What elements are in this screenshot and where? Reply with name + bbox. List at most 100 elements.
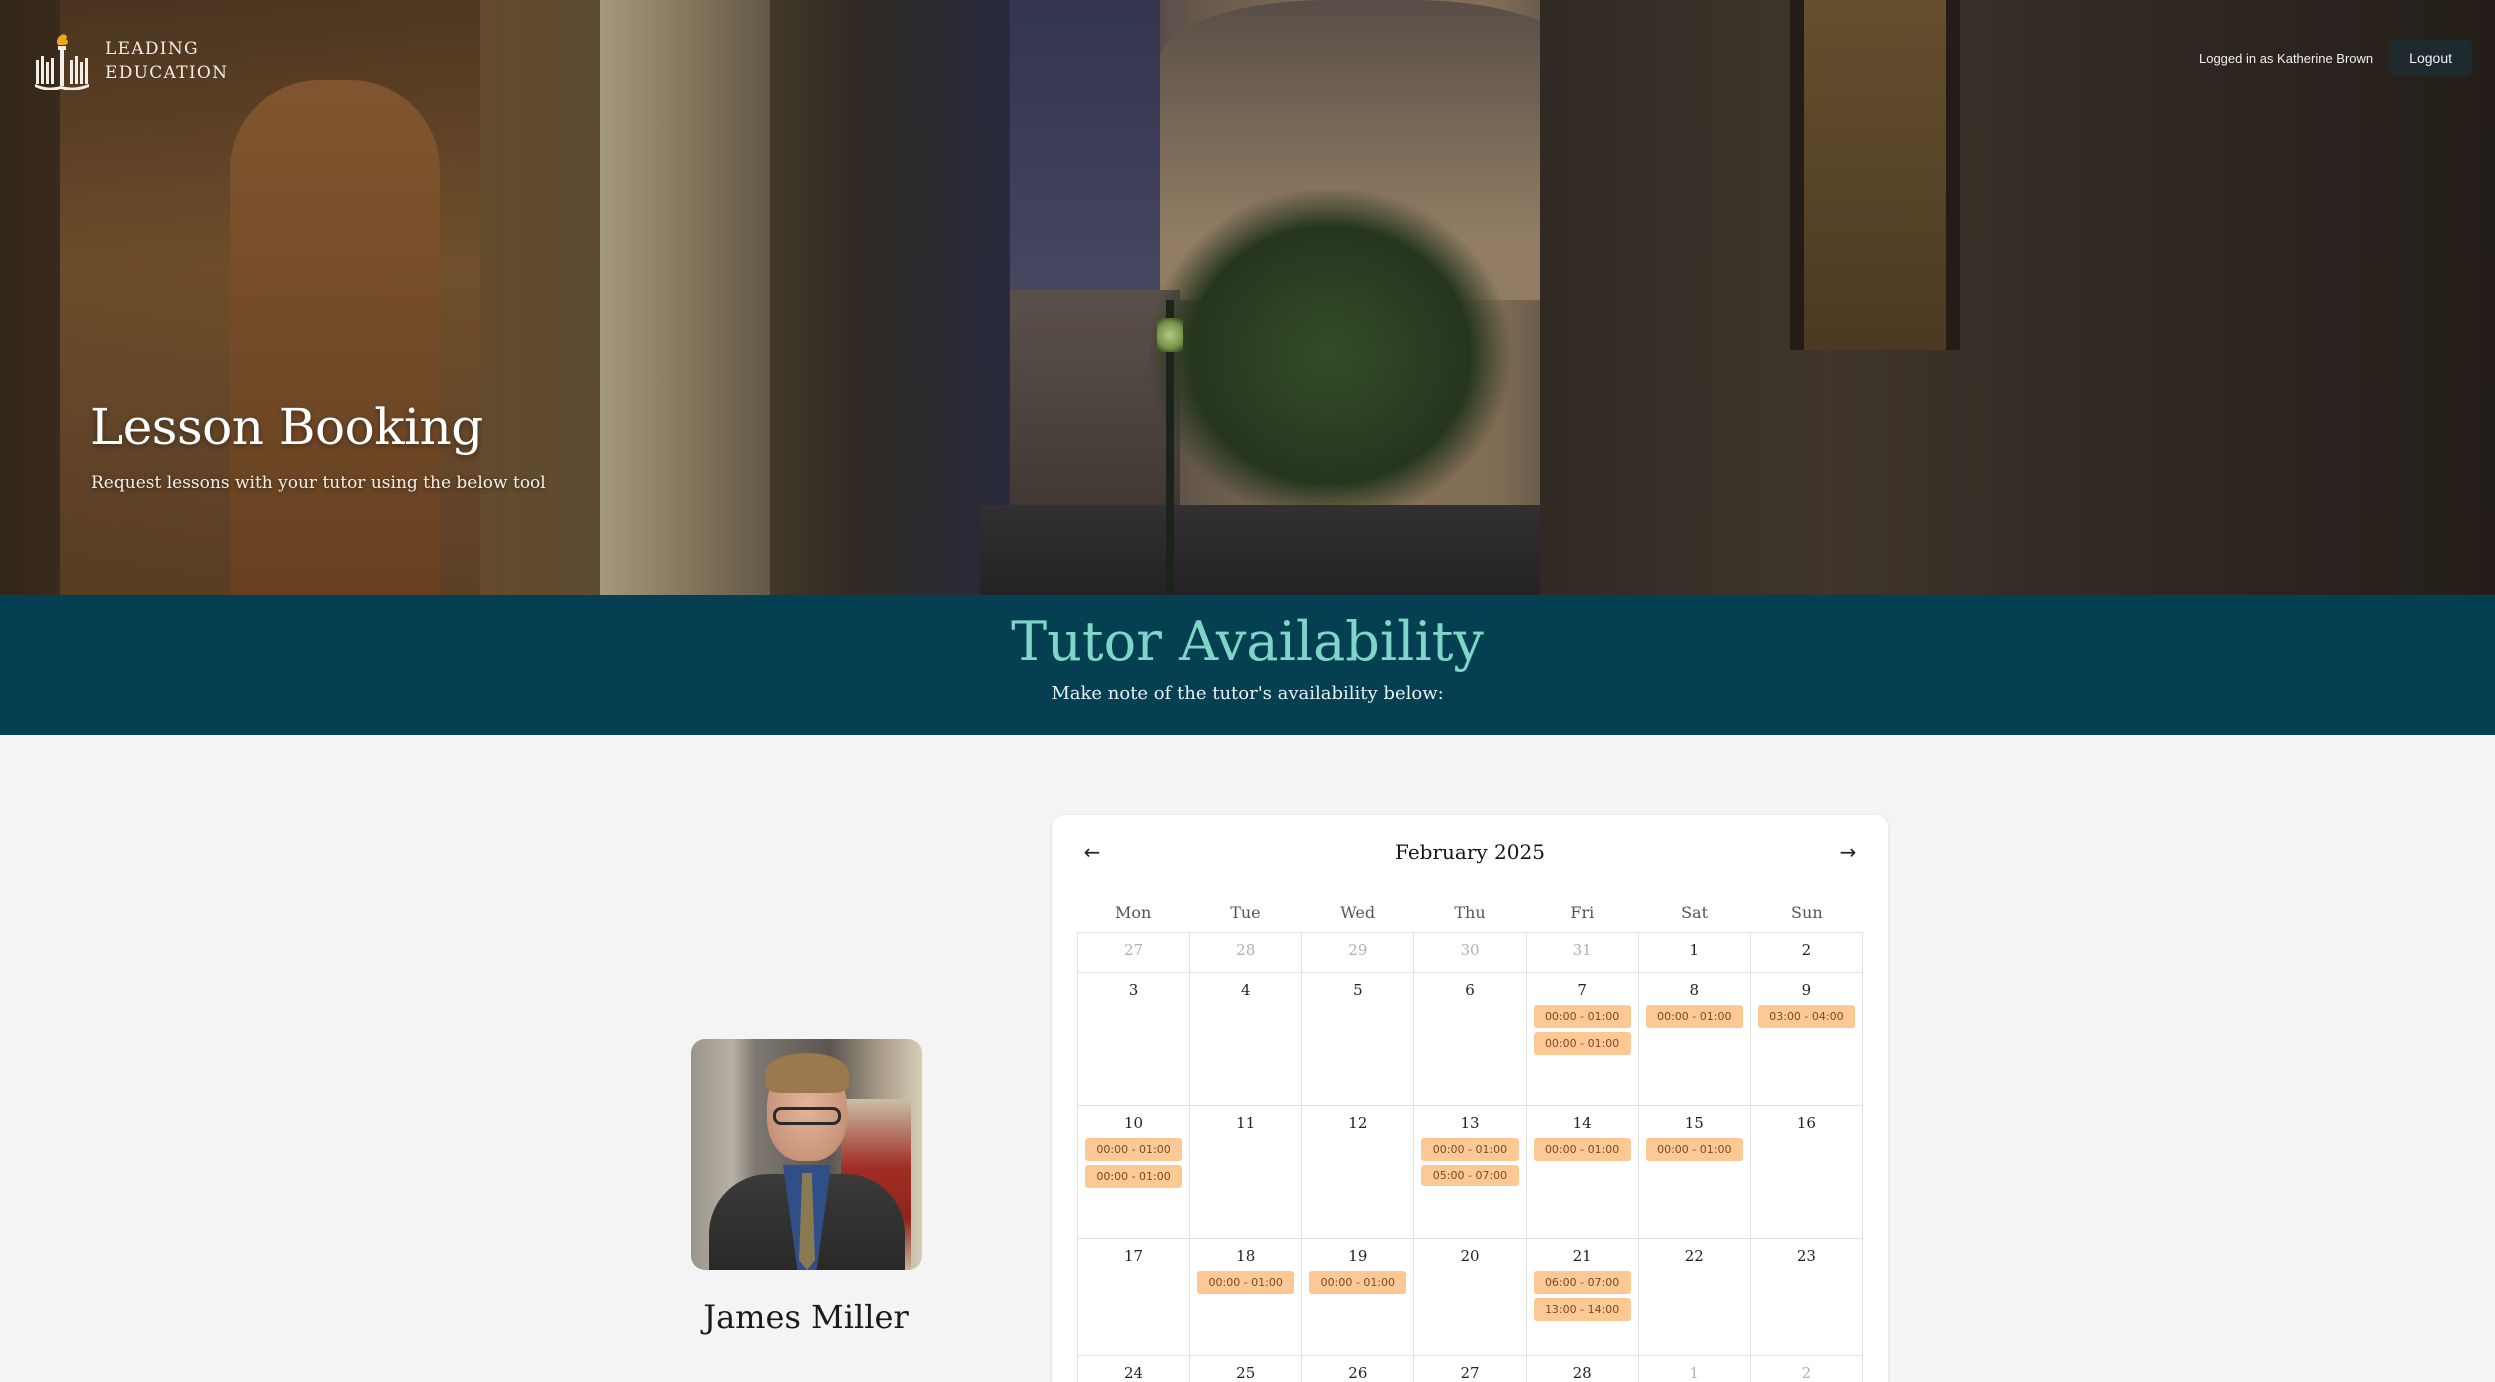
calendar-day-cell[interactable]: 13 00:00 - 01:00 05:00 - 07:00 (1414, 1106, 1527, 1239)
calendar-day-cell[interactable]: 11 (1190, 1106, 1303, 1239)
calendar-day-cell[interactable]: 17 (1078, 1239, 1191, 1356)
tutor-photo-hair (765, 1053, 849, 1093)
calendar-week-row: 10 00:00 - 01:00 00:00 - 01:00 11 12 13 00:00 … (1078, 1106, 1863, 1239)
calendar-day-cell[interactable]: 1 (1638, 933, 1751, 973)
calendar-day-cell-outside[interactable]: 30 (1414, 933, 1527, 973)
next-month-button[interactable]: → (1833, 837, 1863, 867)
availability-slot[interactable]: 00:00 - 01:00 (1085, 1165, 1183, 1188)
calendar-day-number: 21 (1572, 1247, 1592, 1265)
calendar-header: ← February 2025 → (1052, 837, 1888, 867)
availability-slot[interactable]: 06:00 - 07:00 (1533, 1271, 1631, 1294)
brand-logo[interactable]: LEADING EDUCATION (33, 32, 228, 90)
calendar-day-cell-outside[interactable]: 28 (1190, 933, 1303, 973)
calendar-day-number: 7 (1577, 981, 1587, 999)
availability-slot[interactable]: 05:00 - 07:00 (1421, 1165, 1519, 1186)
calendar-day-number: 3 (1128, 981, 1139, 999)
hero-banner: LEADING EDUCATION Logged in as Katherine… (0, 0, 2495, 595)
weekday-label-fri: Fri (1570, 903, 1595, 922)
availability-slot[interactable]: 00:00 - 01:00 (1421, 1138, 1519, 1161)
calendar-day-cell-outside[interactable]: 1 (1639, 1356, 1751, 1382)
calendar-day-cell[interactable]: 12 (1302, 1106, 1415, 1239)
calendar-day-number: 18 (1236, 1247, 1256, 1265)
calendar-day-cell[interactable]: 18 00:00 - 01:00 (1190, 1239, 1303, 1356)
weekday-label-tue: Tue (1230, 903, 1261, 922)
calendar-day-cell[interactable]: 25 (1190, 1356, 1303, 1382)
calendar-day-number: 2 (1801, 941, 1812, 959)
calendar-day-number: 29 (1348, 941, 1368, 959)
availability-slot[interactable]: 13:00 - 14:00 (1533, 1298, 1631, 1321)
calendar-day-cell-outside[interactable]: 2 (1751, 1356, 1863, 1382)
calendar-day-cell[interactable]: 9 03:00 - 04:00 (1750, 973, 1863, 1106)
calendar-day-number: 30 (1460, 941, 1480, 959)
calendar-day-cell[interactable]: 7 00:00 - 01:00 00:00 - 01:00 (1526, 973, 1639, 1106)
availability-slot[interactable]: 00:00 - 01:00 (1085, 1138, 1183, 1161)
calendar-day-cell[interactable]: 15 00:00 - 01:00 (1638, 1106, 1751, 1239)
calendar-day-number: 13 (1460, 1114, 1480, 1132)
availability-calendar: ← February 2025 → Mon Tue Wed Thu Fri Sat Sun … (1052, 815, 1888, 1382)
calendar-day-number: 25 (1236, 1364, 1256, 1382)
page-subtitle: Request lessons with your tutor using th… (91, 473, 546, 493)
availability-slot[interactable]: 00:00 - 01:00 (1645, 1138, 1743, 1161)
availability-subtitle: Make note of the tutor's availability be… (1051, 683, 1444, 704)
calendar-day-cell[interactable]: 23 (1750, 1239, 1863, 1356)
brand-line-1: LEADING (105, 39, 199, 59)
availability-slot[interactable]: 00:00 - 01:00 (1533, 1032, 1631, 1055)
calendar-weekday-header: Mon Tue Wed Thu Fri Sat Sun (1077, 903, 1863, 922)
availability-slot[interactable]: 00:00 - 01:00 (1309, 1271, 1407, 1294)
calendar-day-number: 23 (1796, 1247, 1816, 1265)
calendar-week-row: 24 25 26 27 28 1 2 (1078, 1356, 1863, 1382)
calendar-day-cell[interactable]: 4 (1190, 973, 1303, 1106)
calendar-day-cell-outside[interactable]: 27 (1078, 933, 1191, 973)
logout-button[interactable]: Logout (2389, 40, 2472, 76)
calendar-day-cell[interactable]: 20 (1414, 1239, 1527, 1356)
brand-name: LEADING EDUCATION (105, 37, 228, 85)
calendar-day-cell[interactable]: 22 (1638, 1239, 1751, 1356)
calendar-day-cell[interactable]: 26 (1302, 1356, 1415, 1382)
calendar-day-cell[interactable]: 24 (1078, 1356, 1191, 1382)
calendar-day-cell[interactable]: 6 (1414, 973, 1527, 1106)
calendar-day-number: 28 (1572, 1364, 1592, 1382)
calendar-day-cell[interactable]: 19 00:00 - 01:00 (1302, 1239, 1415, 1356)
availability-slot[interactable]: 00:00 - 01:00 (1197, 1271, 1295, 1294)
calendar-day-number: 2 (1801, 1364, 1812, 1382)
weekday-label-wed: Wed (1340, 903, 1376, 922)
availability-slot[interactable]: 00:00 - 01:00 (1533, 1138, 1631, 1161)
calendar-day-number: 5 (1353, 981, 1363, 999)
availability-band: Tutor Availability Make note of the tuto… (0, 595, 2495, 735)
calendar-day-cell[interactable]: 5 (1302, 973, 1415, 1106)
calendar-day-cell[interactable]: 10 00:00 - 01:00 00:00 - 01:00 (1078, 1106, 1191, 1239)
calendar-day-number: 20 (1460, 1247, 1480, 1265)
calendar-day-cell[interactable]: 2 (1750, 933, 1863, 973)
availability-slot[interactable]: 00:00 - 01:00 (1533, 1005, 1631, 1028)
tutor-photo (691, 1039, 922, 1270)
calendar-day-number: 12 (1348, 1114, 1368, 1132)
calendar-day-cell[interactable]: 21 06:00 - 07:00 13:00 - 14:00 (1526, 1239, 1639, 1356)
calendar-day-cell[interactable]: 3 (1078, 973, 1191, 1106)
calendar-day-cell[interactable]: 8 00:00 - 01:00 (1638, 973, 1751, 1106)
calendar-day-number: 1 (1689, 941, 1700, 959)
torch-books-logo-icon (35, 34, 89, 90)
calendar-day-cell[interactable]: 16 (1750, 1106, 1863, 1239)
availability-slot[interactable]: 03:00 - 04:00 (1757, 1005, 1855, 1028)
page-title: Lesson Booking (90, 398, 483, 456)
calendar-week-row: 17 18 00:00 - 01:00 19 00:00 - 01:00 20 21 06:0… (1078, 1239, 1863, 1356)
calendar-day-number: 15 (1684, 1114, 1704, 1132)
calendar-week-row: 27 28 29 30 31 1 2 (1078, 933, 1863, 973)
tutor-name: James Miller (703, 1298, 909, 1336)
availability-slot[interactable]: 00:00 - 01:00 (1645, 1005, 1743, 1028)
calendar-day-cell-outside[interactable]: 29 (1302, 933, 1415, 973)
calendar-grid: 27 28 29 30 31 1 2 3 4 5 6 7 00:00 - 01:00 00:00 - 01… (1077, 932, 1863, 1382)
brand-line-2: EDUCATION (105, 63, 229, 83)
weekday-label-sun: Sun (1791, 903, 1823, 922)
calendar-day-number: 27 (1460, 1364, 1480, 1382)
calendar-day-cell[interactable]: 28 (1527, 1356, 1639, 1382)
calendar-day-cell[interactable]: 27 (1414, 1356, 1527, 1382)
calendar-day-number: 11 (1236, 1114, 1256, 1132)
calendar-day-cell-outside[interactable]: 31 (1526, 933, 1639, 973)
calendar-day-number: 28 (1236, 941, 1256, 959)
calendar-day-number: 26 (1348, 1364, 1368, 1382)
calendar-day-number: 31 (1572, 941, 1592, 959)
calendar-day-number: 9 (1801, 981, 1812, 999)
weekday-label-sat: Sat (1681, 903, 1709, 922)
calendar-day-cell[interactable]: 14 00:00 - 01:00 (1526, 1106, 1639, 1239)
